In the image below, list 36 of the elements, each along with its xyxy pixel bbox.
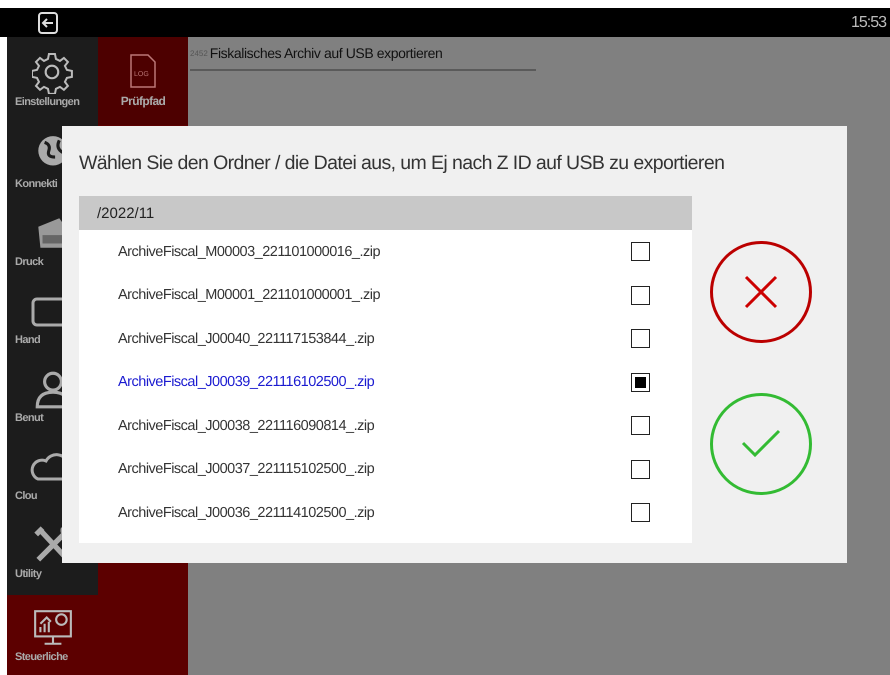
sidebar-label: Druck: [15, 256, 44, 268]
file-name[interactable]: ArchiveFiscal_M00003_221101000016_.zip: [118, 244, 380, 260]
sidebar-item[interactable]: Einstellungen: [7, 37, 98, 123]
folder-path: /2022/11: [79, 196, 692, 230]
sidebar-label: Clou: [15, 490, 38, 502]
checkbox[interactable]: [631, 242, 650, 262]
file-icon: [130, 54, 156, 88]
checkbox[interactable]: [631, 503, 650, 522]
check-icon: [741, 429, 781, 459]
sidebar-label: Konnekti: [15, 178, 58, 190]
dialog-title: Wählen Sie den Ordner / die Datei aus, um Ej nach Z ID auf USB zu exportieren: [79, 152, 726, 175]
close-icon: [743, 274, 779, 310]
sidebar-label: Hand: [15, 334, 40, 346]
sidebar-label: Utility: [15, 568, 42, 580]
exit-icon[interactable]: [36, 10, 60, 34]
file-name[interactable]: ArchiveFiscal_J00036_221114102500_.zip: [118, 504, 374, 521]
sidebar-label: Einstellungen: [15, 96, 80, 108]
checkbox[interactable]: [631, 286, 650, 305]
sidebar-label: Benut: [15, 412, 44, 424]
file-name[interactable]: ArchiveFiscal_M00001_221101000001_.zip: [118, 287, 380, 304]
page-title: Fiskalisches Archiv auf USB exportieren: [210, 45, 442, 61]
sidebar-item[interactable]: Steuerliche: [7, 595, 98, 675]
checkbox[interactable]: [631, 460, 650, 479]
checkbox[interactable]: [631, 329, 650, 348]
file-name[interactable]: ArchiveFiscal_J00039_221116102500_.zip: [118, 374, 374, 390]
subnav-label: Prüfpfad: [120, 94, 166, 108]
sidebar-label: Steuerliche: [15, 651, 68, 663]
checkbox[interactable]: [631, 372, 650, 392]
file-name[interactable]: ArchiveFiscal_J00037_221115102500_.zip: [118, 461, 374, 478]
sidebar-item[interactable]: Utility: [7, 513, 98, 591]
file-name[interactable]: ArchiveFiscal_J00038_221116090814_.zip: [118, 418, 374, 434]
checkbox[interactable]: [631, 416, 650, 436]
clock-time: 15:53: [850, 14, 886, 32]
file-name[interactable]: ArchiveFiscal_J00040_221117153844_.zip: [118, 330, 374, 347]
cancel-button[interactable]: [710, 241, 812, 343]
gear-icon: [32, 52, 74, 94]
